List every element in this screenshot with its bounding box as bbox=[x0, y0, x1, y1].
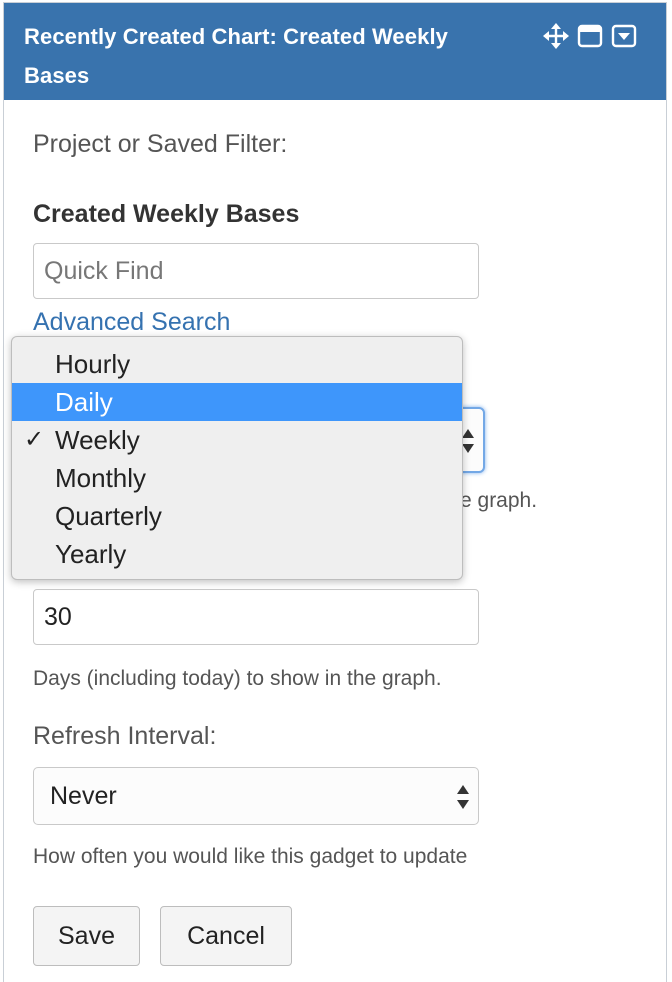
option-yearly[interactable]: Yearly bbox=[12, 535, 462, 573]
maximize-icon[interactable] bbox=[576, 23, 604, 49]
check-icon: ✓ bbox=[24, 426, 45, 453]
refresh-interval-label: Refresh Interval: bbox=[33, 722, 217, 750]
option-monthly[interactable]: Monthly bbox=[12, 459, 462, 497]
save-button[interactable]: Save bbox=[33, 906, 140, 966]
refresh-interval-select[interactable]: Never bbox=[33, 767, 479, 825]
option-quarterly[interactable]: Quarterly bbox=[12, 497, 462, 535]
days-input[interactable] bbox=[33, 589, 479, 645]
gadget-title: Recently Created Chart: Created Weekly B… bbox=[24, 24, 448, 88]
project-filter-label: Project or Saved Filter: bbox=[33, 130, 288, 158]
quick-find-input[interactable] bbox=[33, 243, 479, 299]
refresh-help-text: How often you would like this gadget to … bbox=[33, 845, 468, 868]
move-icon[interactable] bbox=[542, 23, 570, 49]
advanced-search-link[interactable]: Advanced Search bbox=[33, 308, 230, 337]
option-hourly[interactable]: Hourly bbox=[12, 345, 462, 383]
option-daily[interactable]: Daily bbox=[12, 383, 462, 421]
cancel-button[interactable]: Cancel bbox=[160, 906, 292, 966]
select-arrows-icon bbox=[462, 429, 474, 453]
days-help-text: Days (including today) to show in the gr… bbox=[33, 667, 442, 690]
selected-filter-name: Created Weekly Bases bbox=[33, 200, 300, 228]
menu-dropdown-icon[interactable] bbox=[610, 23, 638, 49]
select-arrows-icon bbox=[457, 785, 469, 809]
option-weekly[interactable]: ✓ Weekly bbox=[12, 421, 462, 459]
period-dropdown-menu: Hourly Daily ✓ Weekly Monthly Quarterly Y… bbox=[11, 336, 463, 580]
gadget-titlebar[interactable]: Recently Created Chart: Created Weekly B… bbox=[4, 3, 666, 100]
refresh-interval-value: Never bbox=[50, 781, 117, 810]
period-help-text: e graph. bbox=[460, 489, 538, 512]
